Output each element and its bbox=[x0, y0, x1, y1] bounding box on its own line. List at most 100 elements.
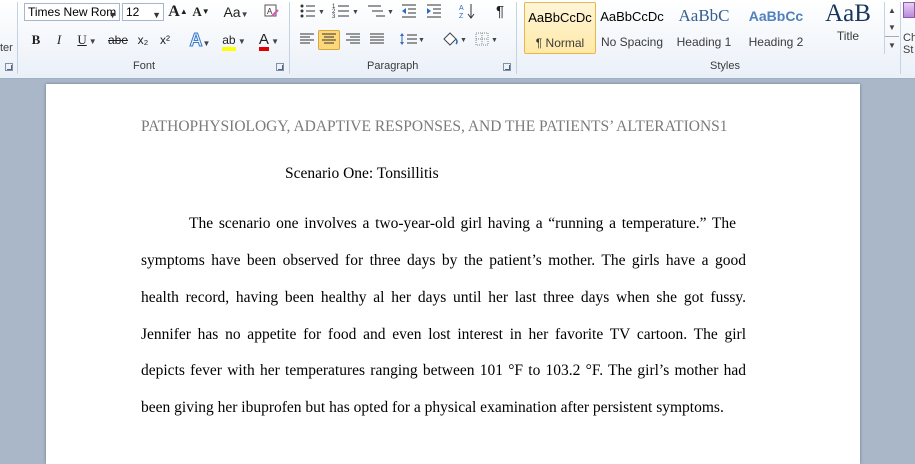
numbering-icon: 123▼ bbox=[332, 4, 359, 20]
style-normal[interactable]: AaBbCcDc ¶ Normal bbox=[524, 2, 596, 54]
font-color-button[interactable]: A ▼ bbox=[254, 30, 284, 51]
paragraph-line[interactable]: The scenario one involves a two-year-old… bbox=[189, 215, 736, 233]
sort-icon: AZ bbox=[459, 4, 475, 20]
strikethrough-button[interactable]: abe bbox=[106, 30, 130, 50]
change-styles-button[interactable]: Ch St bbox=[903, 2, 915, 58]
shrink-font-button[interactable]: A▼ bbox=[191, 2, 211, 22]
scroll-up-icon[interactable]: ▲ bbox=[885, 2, 899, 19]
paragraph-line[interactable]: symptoms have been observed for three da… bbox=[141, 252, 746, 270]
svg-text:A: A bbox=[459, 5, 464, 12]
style-sample: AaBbCcDc bbox=[600, 9, 664, 24]
paragraph-group-label: Paragraph bbox=[367, 60, 419, 72]
align-center-icon bbox=[322, 33, 336, 44]
chevron-down-icon[interactable]: ▼ bbox=[152, 7, 161, 23]
chevron-down-icon[interactable]: ▼ bbox=[108, 7, 117, 23]
shading-button[interactable]: ▼ bbox=[440, 31, 468, 51]
more-styles-icon[interactable]: ▼ bbox=[885, 36, 899, 54]
change-case-button[interactable]: Aa▼ bbox=[222, 2, 250, 22]
style-name: Heading 1 bbox=[676, 35, 732, 49]
paragraph-line[interactable]: Jennifer has no appetite for food and ev… bbox=[141, 326, 746, 344]
scroll-down-icon[interactable]: ▼ bbox=[885, 19, 899, 36]
justify-icon bbox=[370, 33, 384, 44]
ribbon: ter Times New Rom ▼ 12 ▼ A▲ A▼ Aa▼ A B I… bbox=[0, 0, 915, 79]
document-page[interactable]: PATHOPHYSIOLOGY, ADAPTIVE RESPONSES, AND… bbox=[46, 84, 860, 464]
highlight-icon: ab bbox=[222, 33, 236, 51]
styles-group-label: Styles bbox=[710, 60, 740, 72]
italic-button[interactable]: I bbox=[50, 30, 68, 50]
show-formatting-marks-button[interactable]: ¶ bbox=[490, 2, 510, 22]
align-left-icon bbox=[300, 33, 314, 44]
clipboard-dialog-launcher[interactable] bbox=[5, 63, 13, 71]
bold-button[interactable]: B bbox=[27, 30, 45, 50]
style-name: Heading 2 bbox=[748, 35, 804, 49]
font-name-combo[interactable]: Times New Rom ▼ bbox=[24, 3, 120, 21]
svg-text:▼: ▼ bbox=[418, 37, 425, 44]
superscript-button[interactable]: x² bbox=[156, 30, 174, 50]
superscript-icon: x² bbox=[160, 33, 170, 47]
paragraph-dialog-launcher[interactable] bbox=[503, 63, 511, 71]
borders-button[interactable]: ▼ bbox=[473, 31, 501, 51]
change-styles-icon bbox=[903, 2, 915, 18]
clear-formatting-button[interactable]: A bbox=[261, 2, 281, 22]
style-name: ¶ Normal bbox=[535, 36, 585, 50]
sort-button[interactable]: AZ bbox=[457, 2, 477, 22]
change-case-label: Aa bbox=[223, 4, 241, 20]
font-size-value: 12 bbox=[126, 5, 140, 19]
paragraph-line[interactable]: depicts fever with her temperatures rang… bbox=[141, 362, 746, 380]
highlight-button[interactable]: ab ▼ bbox=[218, 30, 250, 51]
page-header[interactable]: PATHOPHYSIOLOGY, ADAPTIVE RESPONSES, AND… bbox=[141, 118, 781, 136]
styles-scroll-column[interactable]: ▲ ▼ ▼ bbox=[884, 2, 899, 54]
svg-text:Z: Z bbox=[459, 13, 464, 20]
svg-text:3: 3 bbox=[332, 14, 336, 20]
increase-indent-button[interactable] bbox=[424, 2, 444, 22]
document-title[interactable]: Scenario One: Tonsillitis bbox=[285, 165, 439, 183]
font-group-label: Font bbox=[133, 60, 156, 72]
align-left-button[interactable] bbox=[297, 31, 317, 51]
numbering-button[interactable]: 1 2 3 ▼ bbox=[331, 2, 361, 22]
decrease-indent-button[interactable] bbox=[399, 2, 419, 22]
multilevel-list-button[interactable]: ▼ bbox=[365, 2, 395, 22]
borders-icon: ▼ bbox=[475, 32, 498, 46]
separator bbox=[900, 2, 901, 74]
clipboard-partial-label: ter bbox=[0, 42, 13, 54]
line-spacing-icon: ▼ bbox=[400, 33, 425, 45]
style-name: No Spacing bbox=[600, 35, 664, 49]
style-title[interactable]: AaB Title bbox=[812, 0, 884, 54]
font-color-icon: A bbox=[258, 32, 269, 51]
italic-icon: I bbox=[56, 32, 62, 47]
style-no-spacing[interactable]: AaBbCcDc No Spacing bbox=[596, 2, 668, 54]
align-right-button[interactable] bbox=[343, 31, 363, 51]
line-spacing-button[interactable]: ▼ bbox=[398, 31, 426, 51]
align-center-button[interactable] bbox=[318, 30, 340, 50]
font-dialog-launcher[interactable] bbox=[276, 63, 284, 71]
paint-bucket-icon: ▼ bbox=[443, 32, 467, 46]
style-sample: AaB bbox=[825, 0, 871, 27]
svg-text:▼: ▼ bbox=[460, 37, 467, 44]
document-area[interactable]: PATHOPHYSIOLOGY, ADAPTIVE RESPONSES, AND… bbox=[0, 79, 915, 464]
subscript-icon: x₂ bbox=[137, 33, 149, 47]
font-name-value: Times New Rom bbox=[28, 5, 117, 19]
style-name: Title bbox=[836, 29, 860, 43]
multilevel-list-icon: ▼ bbox=[368, 5, 394, 17]
paragraph-line[interactable]: health record, having been healthy al he… bbox=[141, 289, 746, 307]
style-sample: AaBbC bbox=[678, 6, 730, 25]
bold-icon: B bbox=[31, 32, 41, 47]
decrease-indent-icon bbox=[402, 4, 416, 18]
svg-text:▼: ▼ bbox=[387, 9, 394, 16]
subscript-button[interactable]: x₂ bbox=[134, 30, 152, 50]
underline-button[interactable]: U ▼ bbox=[73, 30, 101, 50]
bullets-button[interactable]: ▼ bbox=[297, 2, 327, 22]
style-heading-2[interactable]: AaBbCc Heading 2 bbox=[740, 2, 812, 54]
underline-icon: U bbox=[77, 32, 87, 47]
separator bbox=[516, 2, 517, 74]
clear-formatting-icon: A bbox=[264, 4, 279, 17]
pilcrow-icon: ¶ bbox=[495, 3, 505, 20]
style-heading-1[interactable]: AaBbC Heading 1 bbox=[668, 2, 740, 54]
bullets-icon: ▼ bbox=[300, 4, 325, 18]
grow-font-button[interactable]: A▲ bbox=[168, 2, 188, 22]
text-effects-button[interactable]: A▼ bbox=[186, 30, 214, 51]
font-size-combo[interactable]: 12 ▼ bbox=[122, 3, 164, 21]
paragraph-line[interactable]: been giving her ibuprofen but has opted … bbox=[141, 399, 746, 417]
grow-font-icon: A bbox=[168, 3, 180, 20]
justify-button[interactable] bbox=[367, 31, 387, 51]
